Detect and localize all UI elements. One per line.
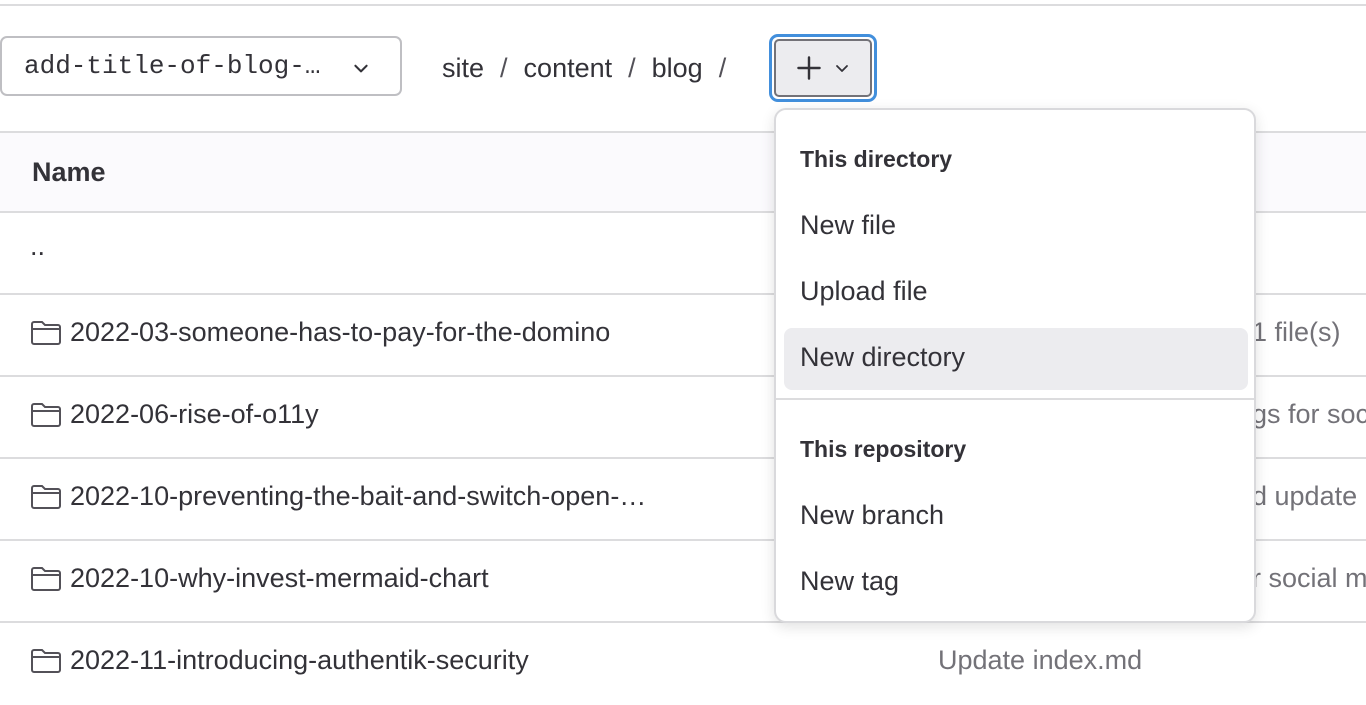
menu-item-new-file[interactable]: New file [784,196,1248,258]
folder-icon [31,648,61,673]
menu-item-label: New branch [800,500,945,530]
folder-link[interactable]: 2022-03-someone-has-to-pay-for-the-domin… [30,317,610,348]
folder-name: 2022-06-rise-of-o11y [70,399,319,429]
folder-name: 2022-03-someone-has-to-pay-for-the-domin… [70,317,611,347]
breadcrumb-separator: / [718,52,727,83]
menu-item-upload-file[interactable]: Upload file [784,262,1248,324]
branch-selector[interactable]: add-title-of-blog-… [0,36,402,96]
folder-link[interactable]: 2022-10-preventing-the-bait-and-switch-o… [30,481,646,512]
menu-item-label: New file [800,210,897,240]
table-row: 2022-11-introducing-authentik-security U… [0,623,1366,705]
menu-item-label: Upload file [800,276,928,306]
last-commit-message[interactable]: d update [1252,481,1357,512]
folder-name: 2022-10-why-invest-mermaid-chart [70,563,489,593]
menu-item-new-branch[interactable]: New branch [784,486,1248,548]
chevron-down-icon [836,65,848,72]
folder-icon [31,566,61,591]
chevron-down-icon [354,64,368,73]
parent-directory-link[interactable]: .. [30,231,45,262]
folder-link[interactable]: 2022-06-rise-of-o11y [30,399,319,430]
folder-name: 2022-11-introducing-authentik-security [70,645,529,675]
add-dropdown-button-inner [774,39,872,97]
breadcrumb-item-site[interactable]: site [442,53,484,84]
menu-section-this-directory: This directory [800,146,953,172]
folder-icon [31,484,61,509]
breadcrumb-item-content[interactable]: content [524,53,613,84]
menu-section-this-repository: This repository [800,436,967,462]
folder-icon [31,402,61,427]
menu-item-new-directory[interactable]: New directory [784,328,1248,390]
top-divider [0,0,1366,6]
add-dropdown-menu: This directory New file Upload file New … [774,108,1256,623]
breadcrumb: site / content / blog / [442,48,742,88]
last-commit-message[interactable]: gs for soc [1252,399,1366,430]
last-commit-message[interactable]: Update index.md [938,645,1142,676]
breadcrumb-separator: / [500,52,508,83]
column-header-name: Name [32,157,106,187]
breadcrumb-separator: / [628,52,636,83]
menu-item-label: New directory [800,342,966,372]
folder-icon [31,320,61,345]
branch-selector-label: add-title-of-blog-… [24,51,321,81]
breadcrumb-item-blog[interactable]: blog [652,53,703,84]
menu-item-label: New tag [800,566,900,596]
menu-divider [776,398,1254,400]
last-commit-message[interactable]: r social m [1252,563,1366,594]
folder-name: 2022-10-preventing-the-bait-and-switch-o… [70,481,647,511]
menu-item-new-tag[interactable]: New tag [784,552,1248,614]
folder-link[interactable]: 2022-10-why-invest-mermaid-chart [30,563,489,594]
last-commit-message[interactable]: 1 file(s) [1252,317,1341,348]
folder-link[interactable]: 2022-11-introducing-authentik-security [30,645,529,676]
plus-icon [797,56,821,80]
add-dropdown-button[interactable] [769,34,877,102]
